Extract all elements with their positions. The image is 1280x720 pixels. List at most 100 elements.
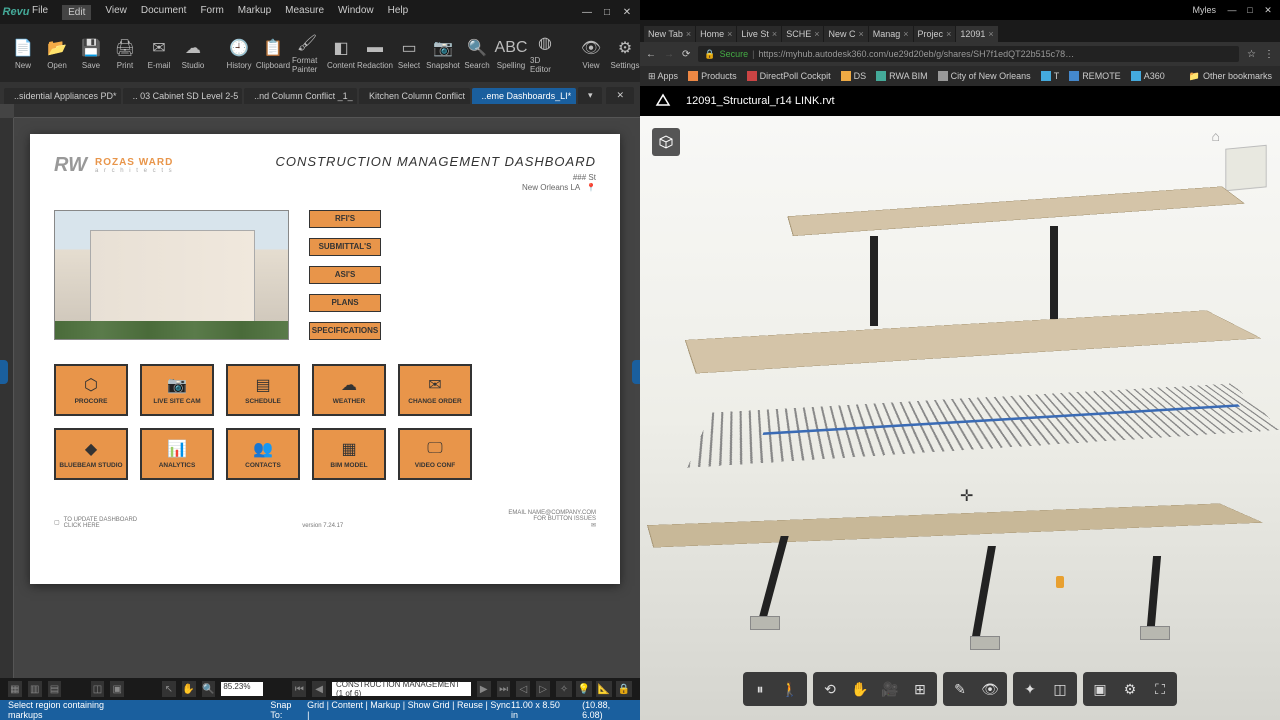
minimize-button[interactable]: — — [1226, 4, 1238, 16]
pan-tool[interactable]: ✋ — [182, 681, 196, 697]
tab-close[interactable]: ✕ — [606, 87, 634, 104]
close-button[interactable]: ✕ — [620, 5, 634, 19]
save-button[interactable]: 💾Save — [76, 28, 106, 78]
bookmark-directpoll-cockpit[interactable]: DirectPoll Cockpit — [747, 71, 831, 81]
calibrate-tool[interactable]: 📐 — [596, 681, 612, 697]
panel-toggle-2[interactable]: ▥ — [28, 681, 42, 697]
schedule-tile[interactable]: ▤SCHEDULE — [226, 364, 300, 416]
browser-tab-2[interactable]: Live St× — [737, 26, 781, 42]
select-button[interactable]: ▭Select — [394, 28, 424, 78]
3d-viewer-canvas[interactable]: ⌂ ✛ ⏸ 🚶 ⟲ ✋ 🎥 ⊞ — [640, 116, 1280, 720]
specifications-link[interactable]: SPECIFICATIONS — [309, 322, 381, 340]
bookmark-products[interactable]: Products — [688, 71, 737, 81]
analytics-tile[interactable]: 📊ANALYTICS — [140, 428, 214, 480]
bim-model-tile[interactable]: ▦BIM MODEL — [312, 428, 386, 480]
revu-canvas[interactable]: RW ROZAS WARD a r c h i t e c t s CONSTR… — [0, 104, 640, 678]
menu-window[interactable]: Window — [338, 5, 374, 20]
settings-button[interactable]: ⚙Settings — [610, 28, 640, 78]
bookmark-rwa-bim[interactable]: RWA BIM — [876, 71, 928, 81]
clipboard-button[interactable]: 📋Clipboard — [258, 28, 288, 78]
other-bookmarks[interactable]: 📁 Other bookmarks — [1189, 71, 1272, 82]
rfis-link[interactable]: RFI'S — [309, 210, 381, 228]
menu-form[interactable]: Form — [200, 5, 223, 20]
snap-show-grid[interactable]: Show Grid | — [405, 700, 454, 710]
open-button[interactable]: 📂Open — [42, 28, 72, 78]
properties-button[interactable]: ▣ — [1089, 678, 1111, 700]
lock-tool[interactable]: 🔒 — [616, 681, 632, 697]
studio-button[interactable]: ☁Studio — [178, 28, 208, 78]
bookmark-t[interactable]: T — [1041, 71, 1060, 81]
menu-button[interactable]: ⋮ — [1264, 49, 1274, 60]
snap-content[interactable]: Content | — [329, 700, 368, 710]
settings-button[interactable]: ⚙ — [1119, 678, 1141, 700]
url-input[interactable]: 🔒 Secure | https://myhub.autodesk360.com… — [698, 46, 1239, 62]
doc-tab-3[interactable]: Kitchen Column Conflict — [359, 88, 470, 104]
orbit-button[interactable]: ⟲ — [819, 678, 841, 700]
tab-close-icon[interactable]: × — [903, 29, 908, 39]
model-tree-button[interactable]: ◫ — [1049, 678, 1071, 700]
panel-toggle-3[interactable]: ▤ — [48, 681, 62, 697]
doc-tab-0[interactable]: ..sidential Appliances PD* — [4, 88, 121, 104]
change-order-tile[interactable]: ✉CHANGE ORDER — [398, 364, 472, 416]
left-panel-handle[interactable] — [0, 360, 8, 384]
measure-button[interactable]: ✎ — [949, 678, 971, 700]
submittals-link[interactable]: SUBMITTAL'S — [309, 238, 381, 256]
view-button[interactable]: 👁View — [576, 28, 606, 78]
doc-tab-1[interactable]: .. 03 Cabinet SD Level 2-5 — [123, 88, 242, 104]
bookmark-a360[interactable]: A360 — [1131, 71, 1165, 81]
print-button[interactable]: 🖨Print — [110, 28, 140, 78]
dim-tool[interactable]: ✧ — [556, 681, 572, 697]
menu-edit[interactable]: Edit — [62, 5, 91, 20]
menu-document[interactable]: Document — [141, 5, 187, 20]
forward-button[interactable]: → — [664, 49, 674, 60]
bookmark-remote[interactable]: REMOTE — [1069, 71, 1121, 81]
reload-button[interactable]: ⟳ — [682, 49, 690, 60]
map-pin-icon[interactable]: 📍 — [586, 183, 596, 193]
browser-tab-5[interactable]: Manag× — [869, 26, 913, 42]
model-browser-button[interactable] — [652, 128, 680, 156]
close-button[interactable]: ✕ — [1262, 4, 1274, 16]
section-button[interactable]: 👁 — [979, 678, 1001, 700]
snap-grid[interactable]: Grid | — [307, 700, 329, 710]
zoom-tool[interactable]: 🔍 — [202, 681, 216, 697]
panel-toggle-5[interactable]: ▣ — [110, 681, 124, 697]
doc-tab-4[interactable]: ..eme Dashboards_LI* — [472, 88, 576, 104]
search-button[interactable]: 🔍Search — [462, 28, 492, 78]
bookmark-ds[interactable]: DS — [841, 71, 867, 81]
browser-tab-7[interactable]: 12091× — [956, 26, 997, 42]
doc-tab-2[interactable]: ..nd Column Conflict _1_ — [244, 88, 357, 104]
autodesk-logo-icon[interactable] — [654, 92, 672, 110]
apps-button[interactable]: ⊞ Apps — [648, 71, 678, 82]
tab-close-icon[interactable]: × — [946, 29, 951, 39]
new-button[interactable]: 📄New — [8, 28, 38, 78]
pointer-tool[interactable]: ↖ — [162, 681, 176, 697]
update-link[interactable]: ▢ TO UPDATE DASHBOARD CLICK HERE — [54, 517, 137, 529]
format-painter-button[interactable]: 🖌Format Painter — [292, 28, 322, 78]
tab-close-icon[interactable]: × — [772, 29, 777, 39]
fullscreen-button[interactable]: ⛶ — [1149, 678, 1171, 700]
support-email[interactable]: EMAIL NAME@COMPANY.COM FOR BUTTON ISSUES… — [508, 510, 596, 529]
browser-tab-4[interactable]: New C× — [824, 26, 867, 42]
content-button[interactable]: ◧Content — [326, 28, 356, 78]
lightbulb-tool[interactable]: 💡 — [576, 681, 592, 697]
prev-page-button[interactable]: ◀ — [312, 681, 326, 697]
minimize-button[interactable]: — — [580, 5, 594, 19]
page-selector[interactable]: CONSTRUCTION MANAGEMENT (1 of 6) — [332, 682, 471, 696]
maximize-button[interactable]: □ — [600, 5, 614, 19]
maximize-button[interactable]: □ — [1244, 4, 1256, 16]
live-site-cam-tile[interactable]: 📷LIVE SITE CAM — [140, 364, 214, 416]
menu-measure[interactable]: Measure — [285, 5, 324, 20]
redaction-button[interactable]: ▬Redaction — [360, 28, 390, 78]
first-page-button[interactable]: ⏮ — [292, 681, 306, 697]
zoom-input[interactable]: 85.23% — [221, 682, 263, 696]
next-page-button[interactable]: ▶ — [477, 681, 491, 697]
tab-close-icon[interactable]: × — [988, 29, 993, 39]
walk-button[interactable]: 🚶 — [779, 678, 801, 700]
chrome-user-label[interactable]: Myles — [1192, 5, 1216, 15]
browser-tab-0[interactable]: New Tab× — [644, 26, 695, 42]
view-cube[interactable] — [1225, 145, 1266, 191]
star-button[interactable]: ☆ — [1247, 49, 1256, 60]
contacts-tile[interactable]: 👥CONTACTS — [226, 428, 300, 480]
tab-close-icon[interactable]: × — [858, 29, 863, 39]
panel-toggle-4[interactable]: ◫ — [91, 681, 105, 697]
